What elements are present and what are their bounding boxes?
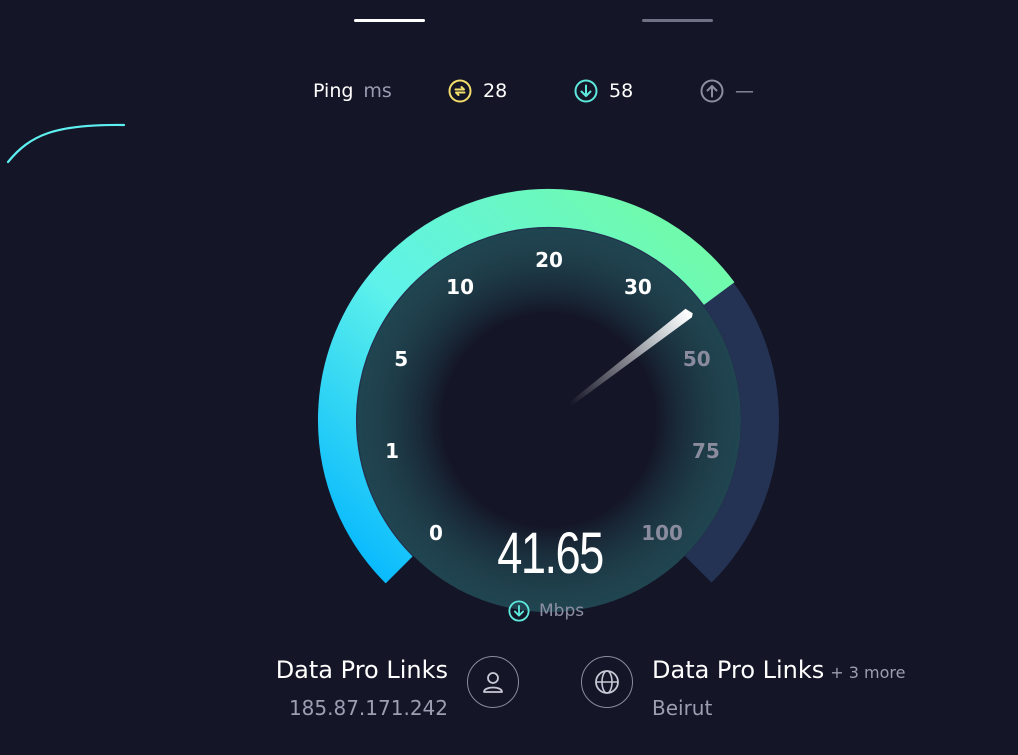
globe-icon (595, 670, 619, 694)
gauge-tick-label: 5 (394, 347, 408, 371)
isp-info: Data Pro Links 185.87.171.242 (200, 656, 448, 720)
user-icon (483, 672, 503, 693)
gauge-tick-label: 30 (624, 275, 652, 299)
gauge-tick-label: 10 (446, 275, 474, 299)
server-location: Beirut (652, 696, 713, 720)
gauge-tick-label: 50 (683, 347, 711, 371)
download-unit-icon (508, 600, 530, 622)
speed-unit-row: Mbps (508, 600, 584, 622)
gauge-tick-label: 75 (692, 439, 720, 463)
gauge-tick-label: 100 (641, 521, 683, 545)
gauge-tick-label: 20 (535, 248, 563, 272)
isp-ip: 185.87.171.242 (288, 696, 448, 720)
server-info: Data Pro Links + 3 more Beirut (652, 656, 906, 720)
speed-unit: Mbps (539, 601, 585, 621)
isp-name: Data Pro Links (275, 656, 448, 684)
user-button[interactable] (467, 656, 519, 708)
gauge-tick-label: 1 (385, 439, 399, 463)
speed-gauge: 0 1 5 10 20 30 50 75 100 (317, 189, 779, 612)
server-button[interactable] (581, 656, 633, 708)
gauge-tick-label: 0 (429, 521, 443, 545)
server-more-link[interactable]: + 3 more (830, 663, 905, 682)
server-name: Data Pro Links (652, 656, 825, 684)
speed-value: 41.65 (497, 521, 604, 586)
server-name-row[interactable]: Data Pro Links + 3 more (652, 656, 906, 684)
